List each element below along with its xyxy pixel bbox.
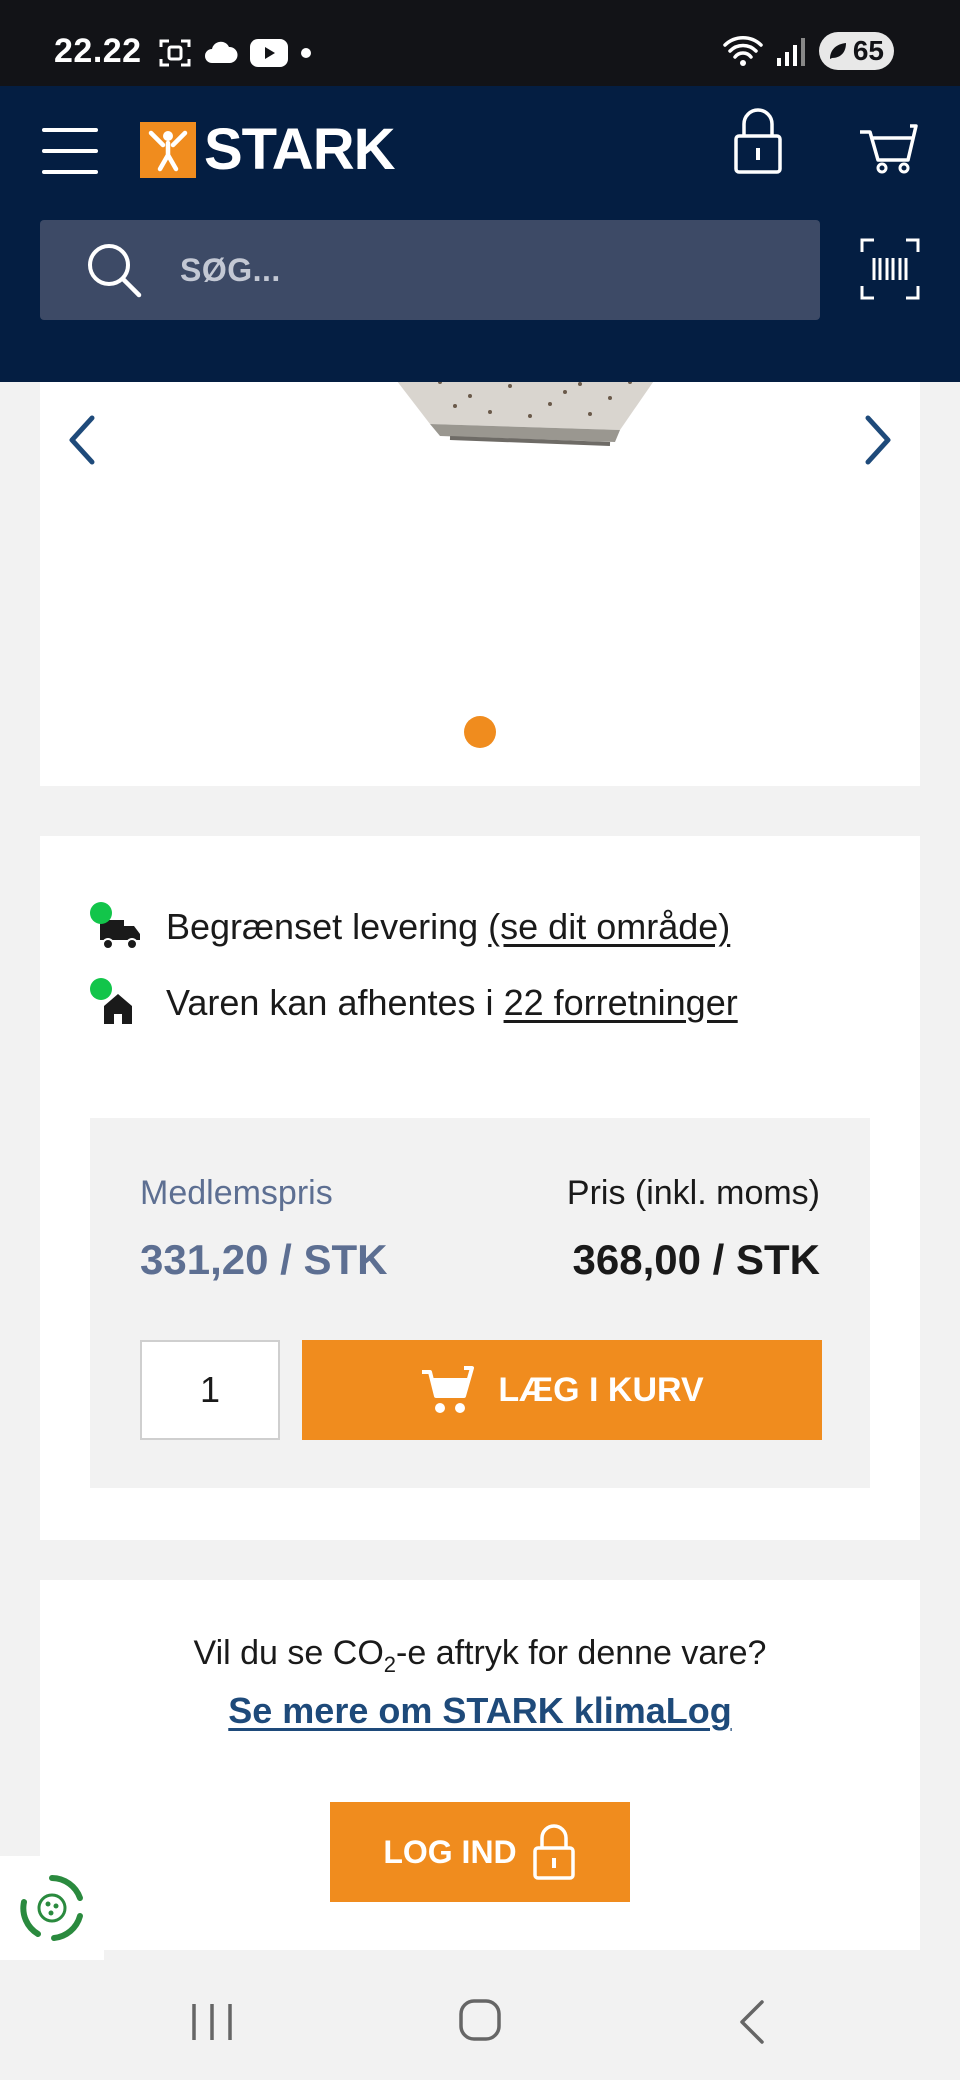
status-icons-right: 65 — [723, 32, 894, 70]
cart-icon — [860, 124, 918, 174]
product-image[interactable] — [360, 382, 700, 452]
price-box: Medlemspris 331,20 / STK Pris (inkl. mom… — [90, 1118, 870, 1488]
pickup-availability: Varen kan afhentes i 22 forretninger — [90, 978, 738, 1028]
delivery-availability: Begrænset levering (se dit område) — [90, 902, 730, 952]
member-price-value: 331,20 / STK — [140, 1236, 388, 1283]
lock-icon — [734, 108, 782, 174]
wifi-icon — [723, 36, 763, 66]
stores-link[interactable]: 22 forretninger — [504, 982, 738, 1024]
search-placeholder: SØG... — [180, 251, 281, 288]
gallery-indicator-dot[interactable] — [464, 716, 496, 748]
status-green-dot — [90, 978, 112, 1000]
delivery-text: Begrænset levering — [166, 906, 489, 947]
stark-logo-mark — [140, 122, 196, 178]
cart-icon — [422, 1366, 475, 1413]
price-label: Pris (inkl. moms) — [566, 1174, 820, 1212]
delivery-area-link[interactable]: (se dit område) — [488, 906, 730, 948]
login-label: LOG IND — [383, 1833, 517, 1870]
signal-icon — [776, 38, 805, 66]
search-input[interactable]: SØG... — [40, 220, 820, 320]
climate-card: Vil du se CO2-e aftryk for denne vare? S… — [40, 1580, 920, 1950]
klimalog-link[interactable]: Se mere om STARK klimaLog — [40, 1690, 920, 1732]
battery-level: 65 — [852, 35, 884, 66]
menu-button[interactable] — [42, 128, 98, 174]
login-button[interactable]: LOG IND — [330, 1802, 630, 1902]
logo-text: STARK — [204, 117, 395, 182]
climate-question-sub: 2 — [383, 1651, 397, 1677]
screenshot-icon — [159, 39, 191, 67]
menu-line — [42, 170, 98, 174]
product-gallery — [40, 382, 920, 786]
climate-question: Vil du se CO2-e aftryk for denne vare? — [40, 1634, 920, 1678]
stark-logo[interactable]: STARK — [140, 117, 395, 182]
youtube-icon — [250, 39, 288, 67]
system-nav-bar — [0, 1960, 960, 2080]
purchase-card: Begrænset levering (se dit område) Varen… — [40, 836, 920, 1540]
gallery-prev-arrow-icon[interactable] — [62, 412, 102, 468]
quantity-input[interactable]: 1 — [140, 1340, 280, 1440]
cloud-icon — [205, 41, 238, 63]
gallery-next-arrow-icon[interactable] — [858, 412, 898, 468]
menu-line — [42, 149, 98, 153]
site-header: STARK SØG... — [0, 86, 960, 382]
menu-line — [42, 128, 98, 132]
status-time: 22.22 — [54, 32, 142, 70]
home-icon[interactable] — [458, 1998, 502, 2042]
barcode-icon — [860, 238, 920, 300]
recycle-icon — [20, 1875, 83, 1941]
notification-dot-icon — [301, 48, 311, 58]
recent-apps-icon[interactable] — [190, 2002, 234, 2042]
battery-icon: 65 — [818, 32, 894, 70]
climate-badge[interactable] — [0, 1856, 104, 1960]
login-lock-button[interactable] — [730, 106, 786, 178]
add-to-cart-button[interactable]: LÆG I KURV — [302, 1340, 822, 1440]
member-price-label: Medlemspris — [140, 1174, 333, 1212]
search-icon — [88, 244, 142, 298]
status-bar: 22.22 65 — [0, 0, 960, 86]
pickup-text: Varen kan afhentes i — [166, 982, 504, 1023]
status-green-dot — [90, 902, 112, 924]
back-icon[interactable] — [736, 1998, 766, 2046]
status-icons-left — [158, 38, 312, 68]
barcode-scanner-button[interactable] — [860, 238, 920, 300]
climate-question-prefix: Vil du se CO — [193, 1634, 384, 1672]
price-value: 368,00 / STK — [572, 1236, 820, 1283]
lock-icon — [532, 1824, 575, 1880]
delivery-status — [90, 902, 140, 952]
cart-button[interactable] — [858, 112, 922, 176]
add-to-cart-label: LÆG I KURV — [498, 1370, 704, 1409]
pickup-status — [90, 978, 140, 1028]
climate-question-suffix: -e aftryk for denne vare? — [396, 1634, 767, 1672]
